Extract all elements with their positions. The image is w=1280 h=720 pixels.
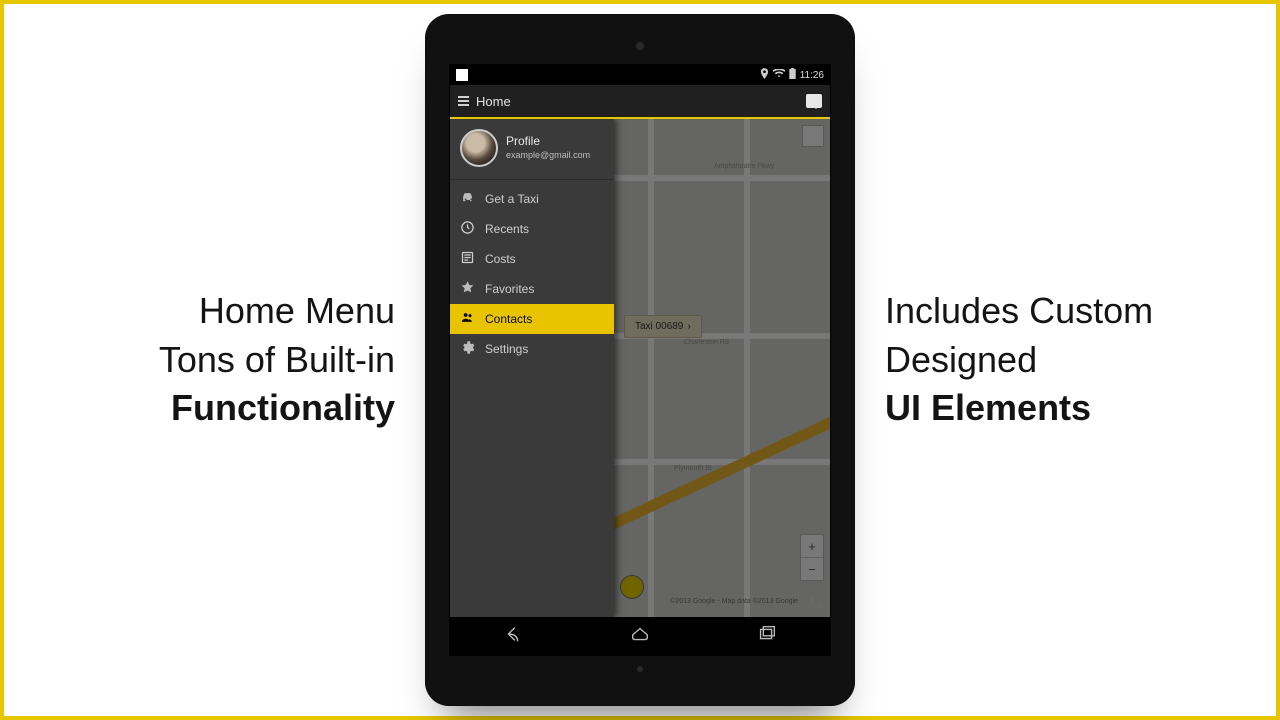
status-bar: 11:26 — [450, 65, 830, 85]
action-bar: Home — [450, 85, 830, 119]
sidebar-item-label: Settings — [485, 342, 528, 356]
promo-left-text: Home Menu Tons of Built-in Functionality — [4, 287, 425, 433]
taxi-callout-label: Taxi 00689 — [635, 321, 683, 332]
profile-title: Profile — [506, 135, 590, 148]
star-icon — [460, 280, 475, 298]
call-button[interactable] — [806, 593, 826, 613]
profile-row[interactable]: Profile example@gmail.com — [450, 119, 614, 180]
location-icon — [760, 68, 769, 82]
promo-left-line3: Functionality — [34, 384, 395, 433]
hamburger-icon[interactable] — [458, 96, 469, 106]
promo-right-line2: Designed — [885, 336, 1246, 385]
promo-right-line3: UI Elements — [885, 384, 1246, 433]
tablet-screen: 11:26 Home Profile example@gmail.com — [449, 64, 831, 656]
sidebar-item-contacts[interactable]: Contacts — [450, 304, 614, 334]
street-label: Plymouth St — [674, 465, 712, 472]
contacts-icon — [460, 310, 475, 328]
sidebar-item-favorites[interactable]: Favorites — [450, 274, 614, 304]
costs-icon — [460, 250, 475, 268]
sidebar-item-label: Costs — [485, 252, 516, 266]
street-label: Charleston Rd — [684, 339, 729, 346]
chevron-right-icon: › — [687, 321, 690, 332]
sidebar-item-label: Favorites — [485, 282, 534, 296]
sidebar-item-label: Contacts — [485, 312, 532, 326]
taxi-callout[interactable]: Taxi 00689 › — [624, 315, 702, 338]
promo-left-line2: Tons of Built-in — [34, 336, 395, 385]
street-label: Amphitheatre Pkwy — [714, 163, 774, 170]
status-time: 11:26 — [800, 70, 824, 81]
wifi-icon — [773, 69, 785, 82]
recents-icon[interactable] — [756, 623, 778, 650]
sidebar-item-settings[interactable]: Settings — [450, 334, 614, 364]
back-icon[interactable] — [502, 623, 524, 650]
sidebar-item-label: Recents — [485, 222, 529, 236]
tablet-frame: 11:26 Home Profile example@gmail.com — [425, 14, 855, 706]
zoom-out-button[interactable]: − — [801, 557, 823, 580]
status-app-icon — [456, 69, 468, 81]
zoom-in-button[interactable]: + — [801, 535, 823, 557]
map-attribution: ©2013 Google - Map data ©2013 Google — [670, 598, 798, 605]
sidebar-item-label: Get a Taxi — [485, 192, 539, 206]
zoom-control: + − — [800, 534, 824, 581]
locate-button[interactable] — [802, 125, 824, 147]
taxi-marker[interactable] — [620, 575, 644, 599]
taxi-icon — [460, 190, 475, 208]
map-view[interactable]: Amphitheatre Pkwy Charleston Rd Plymouth… — [614, 119, 830, 617]
actionbar-title: Home — [476, 94, 511, 109]
tablet-home-dot — [637, 666, 643, 672]
promo-right-line1: Includes Custom — [885, 287, 1246, 336]
chat-icon[interactable] — [806, 94, 822, 108]
sidebar-item-recents[interactable]: Recents — [450, 214, 614, 244]
profile-email: example@gmail.com — [506, 150, 590, 160]
android-nav-bar — [450, 617, 830, 655]
tablet-camera — [636, 42, 644, 50]
clock-icon — [460, 220, 475, 238]
sidebar-item-costs[interactable]: Costs — [450, 244, 614, 274]
promo-right-text: Includes Custom Designed UI Elements — [855, 287, 1276, 433]
avatar — [460, 129, 498, 167]
sidebar-item-get-a-taxi[interactable]: Get a Taxi — [450, 184, 614, 214]
home-icon[interactable] — [629, 623, 651, 650]
promo-left-line1: Home Menu — [34, 287, 395, 336]
gear-icon — [460, 340, 475, 358]
nav-drawer: Profile example@gmail.com Get a Taxi Rece… — [450, 119, 614, 617]
battery-icon — [789, 68, 796, 82]
